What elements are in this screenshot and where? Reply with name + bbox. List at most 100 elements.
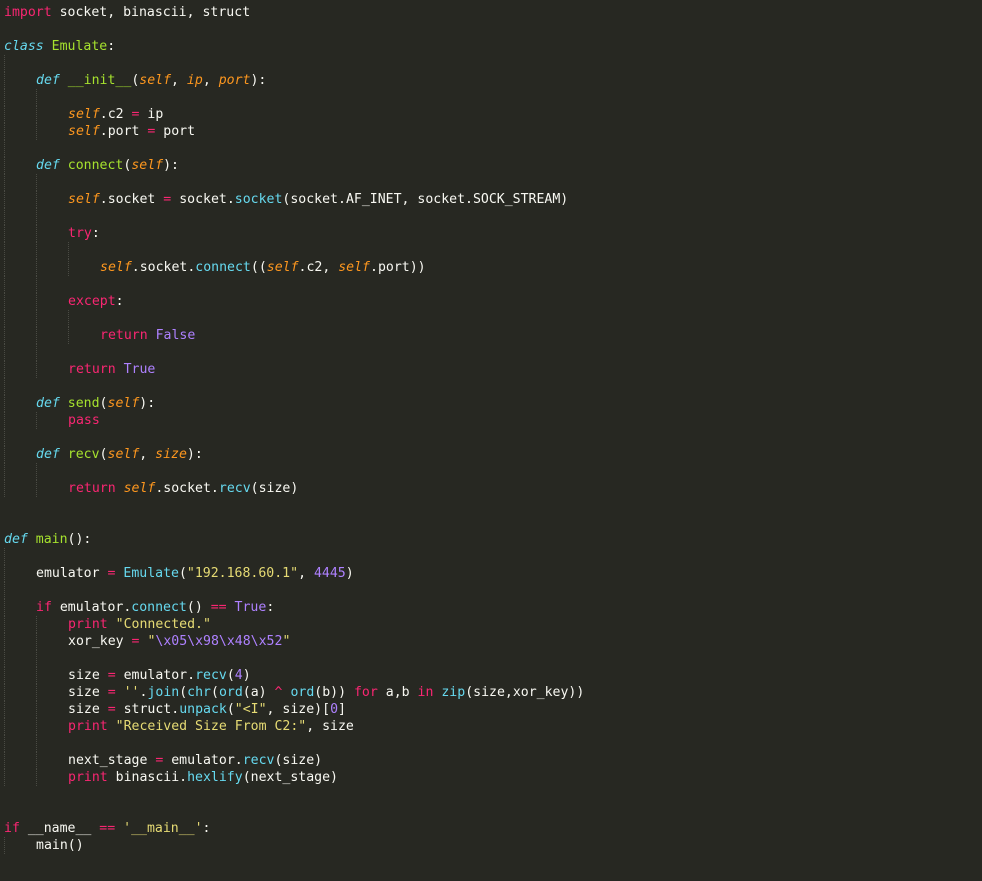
code-line[interactable]: def main(): (0, 531, 982, 548)
code-token: socket. (171, 192, 235, 207)
code-token: emulator. (51, 600, 132, 615)
indent-guide (36, 718, 37, 735)
code-line[interactable] (0, 429, 982, 446)
code-token: print (68, 617, 108, 632)
code-line[interactable] (0, 310, 982, 327)
code-line[interactable]: return True (0, 361, 982, 378)
code-token: .socket (99, 192, 164, 207)
code-line[interactable]: if emulator.connect() == True: (0, 599, 982, 616)
code-line[interactable]: def recv(self, size): (0, 446, 982, 463)
code-line[interactable] (0, 786, 982, 803)
indent-guide (36, 106, 37, 123)
indent-guide (36, 684, 37, 701)
code-line[interactable] (0, 174, 982, 191)
code-line[interactable] (0, 650, 982, 667)
code-line[interactable] (0, 55, 982, 72)
indent-guide (4, 684, 5, 701)
code-line[interactable]: if __name__ == '__main__': (0, 820, 982, 837)
code-line[interactable]: print "Connected." (0, 616, 982, 633)
code-line[interactable]: self.port = port (0, 123, 982, 140)
code-token: ( (226, 702, 235, 717)
code-line[interactable]: size = ''.join(chr(ord(a) ^ ord(b)) for … (0, 684, 982, 701)
indent-guide (4, 378, 5, 395)
code-token: == (210, 600, 227, 615)
code-line[interactable]: def send(self): (0, 395, 982, 412)
code-line[interactable] (0, 89, 982, 106)
code-token: return (100, 328, 148, 343)
code-line[interactable] (0, 497, 982, 514)
code-token: : (107, 39, 116, 54)
code-content: self.socket = socket.socket(socket.AF_IN… (4, 192, 568, 207)
code-token: self (68, 124, 100, 139)
code-content: def send(self): (4, 396, 155, 411)
code-token: except (68, 294, 116, 309)
code-token: join (147, 685, 180, 700)
code-line[interactable]: print binascii.hexlify(next_stage) (0, 769, 982, 786)
code-line[interactable]: try: (0, 225, 982, 242)
indent-guide (4, 89, 5, 106)
code-line[interactable]: import socket, binascii, struct (0, 4, 982, 21)
code-line[interactable]: class Emulate: (0, 38, 982, 55)
indent-guide (4, 361, 5, 378)
code-line[interactable]: pass (0, 412, 982, 429)
code-line[interactable]: print "Received Size From C2:", size (0, 718, 982, 735)
code-token: port (155, 124, 196, 139)
code-token: __name__ (19, 821, 100, 836)
code-line[interactable]: xor_key = "\x05\x98\x48\x52" (0, 633, 982, 650)
code-token: "<I" (234, 702, 267, 717)
code-line[interactable]: def connect(self): (0, 157, 982, 174)
code-token: : (115, 294, 124, 309)
code-line[interactable] (0, 803, 982, 820)
code-line[interactable]: next_stage = emulator.recv(size) (0, 752, 982, 769)
code-line[interactable]: return False (0, 327, 982, 344)
code-line[interactable]: emulator = Emulate("192.168.60.1", 4445) (0, 565, 982, 582)
code-line[interactable]: size = emulator.recv(4) (0, 667, 982, 684)
indent-guide (4, 582, 5, 599)
code-line[interactable] (0, 463, 982, 480)
indent-guide (36, 293, 37, 310)
code-token: connect (131, 600, 187, 615)
code-line[interactable] (0, 735, 982, 752)
indent-guide (4, 55, 5, 72)
code-token: ( (211, 685, 219, 700)
code-token: size (68, 702, 108, 717)
code-line[interactable] (0, 140, 982, 157)
code-line[interactable] (0, 276, 982, 293)
indent-guide (4, 633, 5, 650)
code-token: print (68, 719, 108, 734)
code-line[interactable] (0, 548, 982, 565)
code-token: ( (179, 685, 188, 700)
code-token: connect (67, 158, 124, 173)
indent-guide (36, 225, 37, 242)
code-line[interactable] (0, 242, 982, 259)
code-line[interactable] (0, 208, 982, 225)
code-line[interactable] (0, 21, 982, 38)
code-line[interactable]: self.c2 = ip (0, 106, 982, 123)
code-line[interactable]: self.socket.connect((self.c2, self.port)… (0, 259, 982, 276)
code-token: " (282, 634, 291, 649)
code-line[interactable]: main() (0, 837, 982, 854)
code-line[interactable] (0, 344, 982, 361)
code-line[interactable]: except: (0, 293, 982, 310)
indent-guide (4, 599, 5, 616)
code-line[interactable] (0, 582, 982, 599)
code-token: \x05\x98\x48\x52 (155, 634, 283, 649)
code-line[interactable]: size = struct.unpack("<I", size)[0] (0, 701, 982, 718)
code-line[interactable] (0, 378, 982, 395)
code-line[interactable]: def __init__(self, ip, port): (0, 72, 982, 89)
code-content: self.c2 = ip (4, 107, 163, 122)
code-token: struct. (115, 702, 180, 717)
code-token: if (36, 600, 52, 615)
code-line[interactable]: self.socket = socket.socket(socket.AF_IN… (0, 191, 982, 208)
indent-guide (36, 259, 37, 276)
code-token: def (36, 158, 60, 173)
indent-guide (36, 174, 37, 191)
code-line[interactable] (0, 514, 982, 531)
code-line[interactable]: return self.socket.recv(size) (0, 480, 982, 497)
code-content: return False (4, 328, 195, 343)
code-token: ip (186, 73, 203, 88)
code-editor[interactable]: import socket, binascii, struct class Emu… (0, 0, 982, 881)
